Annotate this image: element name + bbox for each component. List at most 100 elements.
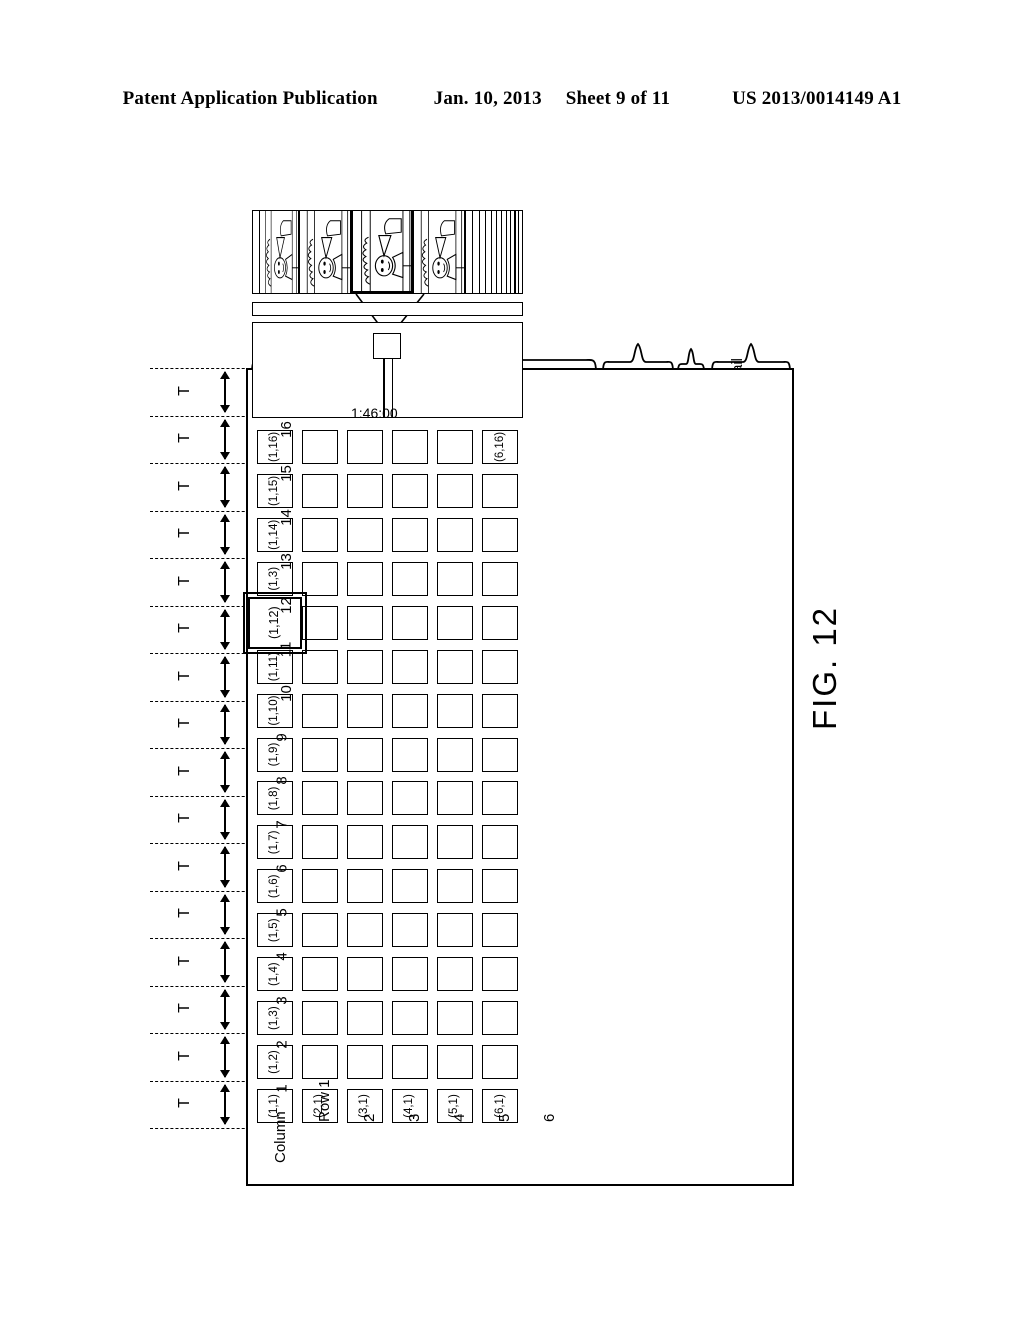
face-thumbnail-cell-6-3[interactable] [482, 1001, 519, 1036]
face-thumbnail-cell-6-2[interactable] [482, 1045, 519, 1080]
face-thumbnail-cell-3-8[interactable] [346, 781, 383, 816]
face-thumbnail-cell-2-14[interactable] [301, 517, 338, 552]
face-thumbnail-cell-6-16[interactable]: (6,16) [482, 429, 519, 464]
face-thumbnail-cell-6-8[interactable] [482, 781, 519, 816]
face-thumbnail-cell-3-2[interactable] [346, 1045, 383, 1080]
face-thumbnail-cell-2-2[interactable] [301, 1045, 338, 1080]
face-thumbnail-cell-4-3[interactable] [392, 1001, 429, 1036]
bellows-thumbnail[interactable] [299, 210, 351, 293]
face-thumbnail-cell-4-11[interactable] [392, 649, 429, 684]
face-thumbnail-cell-3-16[interactable] [346, 429, 383, 464]
face-thumbnail-cell-wrap [388, 733, 433, 777]
face-thumbnail-cell-3-3[interactable] [346, 1001, 383, 1036]
face-thumbnail-cell-2-16[interactable] [301, 429, 338, 464]
face-thumbnail-cell-6-15[interactable] [482, 473, 519, 508]
interval-arrow [220, 988, 230, 1030]
level-indicator-box[interactable] [373, 333, 401, 359]
face-thumbnail-cell-3-9[interactable] [346, 737, 383, 772]
face-thumbnail-cell-5-6[interactable] [437, 869, 474, 904]
face-thumbnail-cell-5-14[interactable] [437, 517, 474, 552]
face-thumbnail-cell-5-15[interactable] [437, 473, 474, 508]
person-illustration [353, 210, 413, 291]
face-thumbnail-cell-4-12[interactable] [392, 605, 429, 640]
face-thumbnail-cell-6-14[interactable] [482, 517, 519, 552]
face-thumbnail-cell-3-14[interactable] [346, 517, 383, 552]
face-thumbnail-cell-2-13[interactable] [301, 561, 338, 596]
face-thumbnail-cell-1-3[interactable]: (1,3) [256, 1001, 293, 1036]
face-thumbnail-cell-3-10[interactable] [346, 693, 383, 728]
face-thumbnail-cell-5-10[interactable] [437, 693, 474, 728]
face-thumbnail-cell-4-15[interactable] [392, 473, 429, 508]
face-thumbnail-cell-3-6[interactable] [346, 869, 383, 904]
face-thumbnail-cell-4-13[interactable] [392, 561, 429, 596]
face-thumbnail-cell-1-4[interactable]: (1,4) [256, 957, 293, 992]
face-thumbnail-cell-2-5[interactable] [301, 913, 338, 948]
face-thumbnail-cell-5-5[interactable] [437, 913, 474, 948]
face-thumbnail-cell-3-5[interactable] [346, 913, 383, 948]
face-thumbnail-cell-6-12[interactable] [482, 605, 519, 640]
face-thumbnail-cell-5-12[interactable] [437, 605, 474, 640]
face-thumbnail-cell-3-7[interactable] [346, 825, 383, 860]
face-thumbnail-cell-5-3[interactable] [437, 1001, 474, 1036]
face-thumbnail-cell-wrap [342, 864, 387, 908]
face-thumbnail-cell-2-3[interactable] [301, 1001, 338, 1036]
face-thumbnail-cell-2-8[interactable] [301, 781, 338, 816]
face-thumbnail-cell-1-7[interactable]: (1,7) [256, 825, 293, 860]
face-thumbnail-cell-5-13[interactable] [437, 561, 474, 596]
face-thumbnail-cell-4-2[interactable] [392, 1045, 429, 1080]
face-thumbnail-cell-5-2[interactable] [437, 1045, 474, 1080]
face-thumbnail-cell-4-9[interactable] [392, 737, 429, 772]
interval-dashed-line [150, 748, 260, 749]
face-thumbnail-cell-1-9[interactable]: (1,9) [256, 737, 293, 772]
bellows-thumbnail[interactable] [413, 210, 465, 293]
face-thumbnail-cell-3-15[interactable] [346, 473, 383, 508]
face-thumbnail-cell-3-4[interactable] [346, 957, 383, 992]
face-thumbnail-cell-4-6[interactable] [392, 869, 429, 904]
face-thumbnail-cell-4-4[interactable] [392, 957, 429, 992]
face-thumbnail-cell-5-16[interactable] [437, 429, 474, 464]
face-thumbnail-cell-5-4[interactable] [437, 957, 474, 992]
face-thumbnail-cell-2-4[interactable] [301, 957, 338, 992]
face-thumbnail-cell-3-13[interactable] [346, 561, 383, 596]
face-thumbnail-cell-2-12[interactable] [301, 605, 338, 640]
face-thumbnail-cell-4-10[interactable] [392, 693, 429, 728]
face-thumbnail-cell-6-7[interactable] [482, 825, 519, 860]
face-thumbnail-cell-1-8[interactable]: (1,8) [256, 781, 293, 816]
bellows-thumbnail[interactable] [259, 210, 299, 293]
face-thumbnail-cell-5-11[interactable] [437, 649, 474, 684]
face-thumbnail-cell-2-11[interactable] [301, 649, 338, 684]
face-thumbnail-cell-6-9[interactable] [482, 737, 519, 772]
face-thumbnail-cell-5-8[interactable] [437, 781, 474, 816]
face-thumbnail-cell-3-12[interactable] [346, 605, 383, 640]
face-thumbnail-cell-2-10[interactable] [301, 693, 338, 728]
bellows-thumbnail-selected[interactable] [351, 210, 413, 293]
face-thumbnail-cell-2-7[interactable] [301, 825, 338, 860]
face-thumbnail-cell-6-11[interactable] [482, 649, 519, 684]
figure-12: Face thumbnail display area (6 rows × 16… [0, 130, 1024, 1310]
face-thumbnail-cell-3-11[interactable] [346, 649, 383, 684]
face-thumbnail-cell-4-7[interactable] [392, 825, 429, 860]
face-thumbnail-cell-1-2[interactable]: (1,2) [256, 1045, 293, 1080]
face-thumbnail-cell-4-5[interactable] [392, 913, 429, 948]
time-bar[interactable] [252, 302, 523, 316]
face-thumbnail-cell-5-7[interactable] [437, 825, 474, 860]
face-thumbnail-cell-6-5[interactable] [482, 913, 519, 948]
interval-label: T [175, 813, 193, 824]
face-thumbnail-cell-6-4[interactable] [482, 957, 519, 992]
face-thumbnail-cell-1-5[interactable]: (1,5) [256, 913, 293, 948]
bellows-compressed-strip[interactable] [465, 210, 523, 293]
face-thumbnail-cell-5-9[interactable] [437, 737, 474, 772]
face-thumbnail-cell-1-6[interactable]: (1,6) [256, 869, 293, 904]
face-thumbnail-cell-6-13[interactable] [482, 561, 519, 596]
face-thumbnail-cell-2-9[interactable] [301, 737, 338, 772]
face-thumbnail-cell-6-10[interactable] [482, 693, 519, 728]
face-thumbnail-cell-2-6[interactable] [301, 869, 338, 904]
face-thumbnail-cell-4-14[interactable] [392, 517, 429, 552]
bellows-compressed-strip-top[interactable] [253, 210, 259, 293]
face-thumbnail-cell-2-15[interactable] [301, 473, 338, 508]
face-thumbnail-cell-6-6[interactable] [482, 869, 519, 904]
face-thumbnail-cell-wrap [478, 864, 523, 908]
face-thumbnail-cell-4-8[interactable] [392, 781, 429, 816]
column-number-15: 15 [277, 465, 295, 482]
face-thumbnail-cell-4-16[interactable] [392, 429, 429, 464]
